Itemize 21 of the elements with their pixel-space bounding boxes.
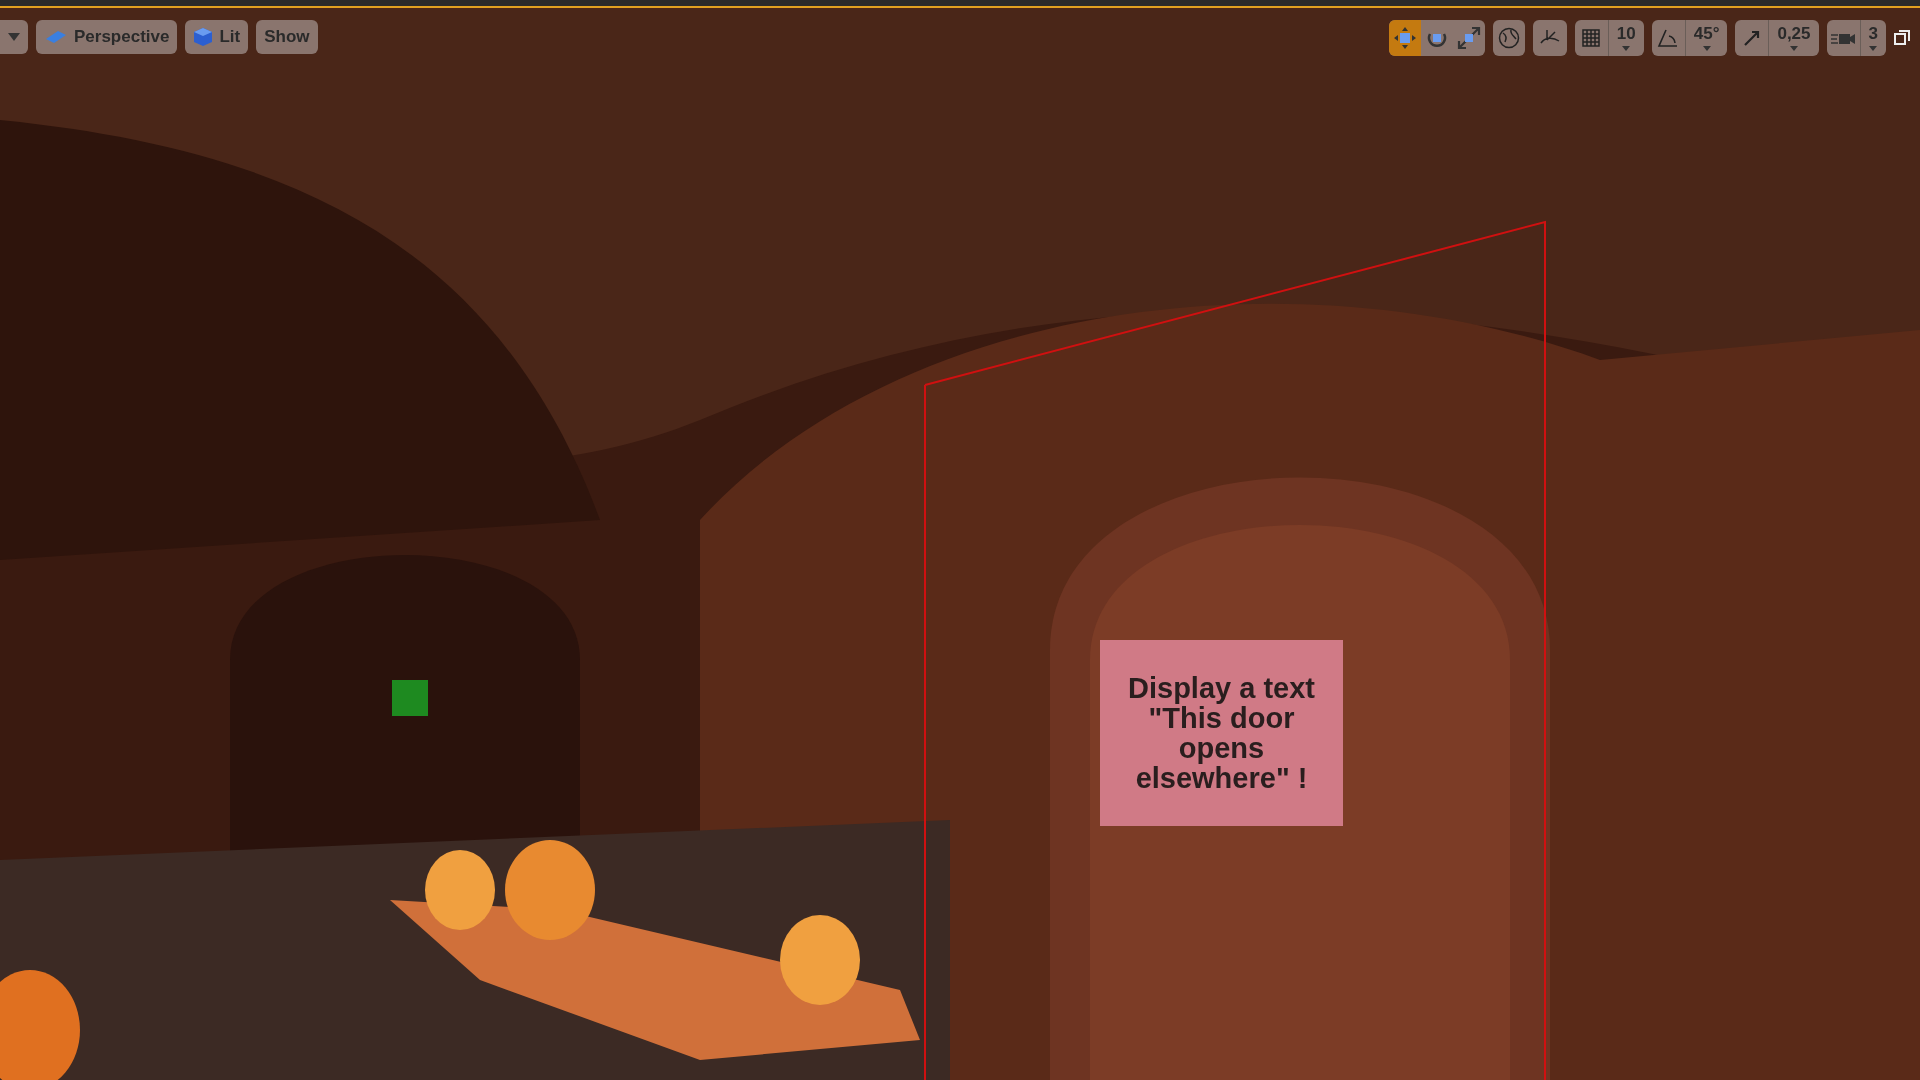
lit-button[interactable]: Lit xyxy=(185,20,249,54)
caret-icon xyxy=(1869,46,1878,51)
grid-icon xyxy=(1581,28,1602,48)
move-icon xyxy=(1392,26,1417,50)
move-tool-button[interactable] xyxy=(1388,20,1421,56)
caret-icon xyxy=(8,33,20,41)
globe-icon xyxy=(1497,27,1520,49)
show-button[interactable]: Show xyxy=(256,20,318,54)
angle-icon xyxy=(1657,28,1680,48)
text-sign: Display a text "This door opens elsewhere" ! xyxy=(1100,640,1343,826)
caret-icon xyxy=(1790,46,1798,51)
scale-icon xyxy=(1456,26,1481,50)
maximize-icon xyxy=(1894,30,1910,46)
cube-icon xyxy=(193,27,214,47)
world-button[interactable] xyxy=(1492,20,1525,56)
caret-icon xyxy=(1702,46,1711,51)
caret-icon xyxy=(1622,46,1631,51)
perspective-button[interactable]: Perspective xyxy=(36,20,178,54)
surface-snap-button[interactable] xyxy=(1532,20,1567,56)
dropdown-button[interactable] xyxy=(0,20,28,54)
camera-icon xyxy=(44,29,68,45)
